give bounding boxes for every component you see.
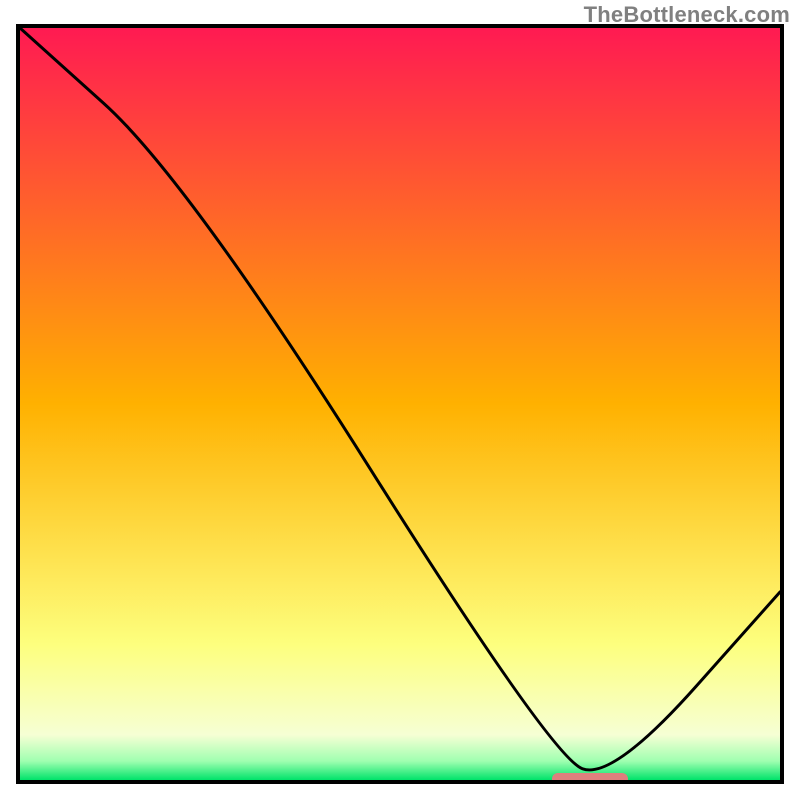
- optimal-range-marker: [552, 773, 628, 780]
- chart-container: TheBottleneck.com: [0, 0, 800, 800]
- chart-svg: [20, 28, 780, 780]
- gradient-background: [20, 28, 780, 780]
- plot-area: [16, 24, 784, 784]
- watermark-text: TheBottleneck.com: [584, 2, 790, 28]
